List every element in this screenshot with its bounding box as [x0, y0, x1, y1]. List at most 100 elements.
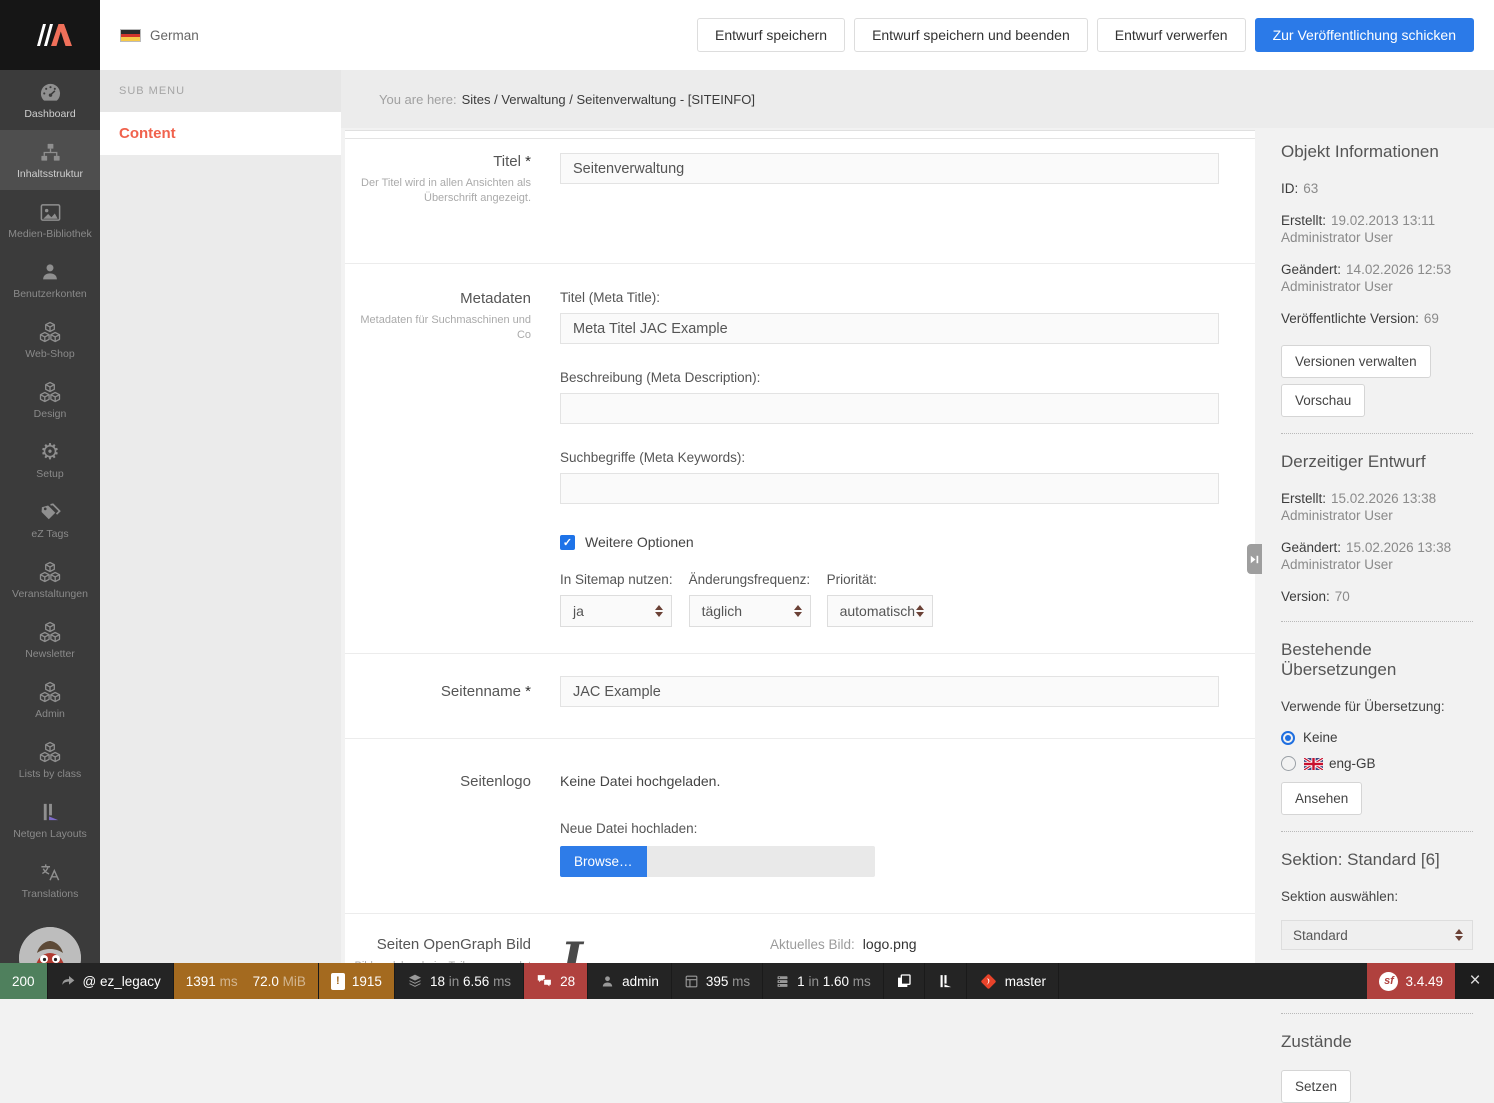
- meta-title-label: Titel (Meta Title):: [560, 290, 1219, 305]
- sub-menu-panel: SUB MENU Content: [100, 70, 341, 963]
- more-options-toggle[interactable]: ✓ Weitere Optionen: [560, 534, 1219, 550]
- more-options-checkbox[interactable]: ✓: [560, 535, 575, 550]
- sidebar-item-events[interactable]: Veranstaltungen: [0, 550, 100, 610]
- main-nav-sidebar: Dashboard Inhaltsstruktur Medien-Bibliot…: [0, 70, 100, 963]
- current-draft-title: Derzeitiger Entwurf: [1281, 452, 1473, 472]
- required-asterisk: *: [525, 683, 531, 700]
- user-segment[interactable]: admin: [588, 963, 672, 999]
- radio-selected-icon[interactable]: [1281, 731, 1295, 745]
- close-toolbar-button[interactable]: ×: [1456, 963, 1494, 999]
- templates-segment[interactable]: 18 in 6.56 ms: [395, 963, 524, 999]
- field-row-opengraph: Seiten OpenGraph Bild Bild, welches beim…: [345, 914, 1255, 963]
- http-status-segment[interactable]: 200: [0, 963, 48, 999]
- logs-segment[interactable]: ! 1915: [319, 963, 395, 999]
- user-avatar[interactable]: [19, 927, 81, 963]
- breadcrumb-path[interactable]: Sites / Verwaltung / Seitenverwaltung - …: [462, 92, 755, 107]
- title-input[interactable]: [560, 153, 1219, 184]
- file-name-track: [647, 846, 875, 877]
- ez-branch-segment[interactable]: master: [967, 963, 1059, 999]
- user-icon: [39, 259, 61, 285]
- sidebar-item-content-structure[interactable]: Inhaltsstruktur: [0, 130, 100, 190]
- main-content-area: You are here: Sites / Verwaltung / Seite…: [341, 70, 1494, 963]
- sidebar-item-newsletter[interactable]: Newsletter: [0, 610, 100, 670]
- uk-flag-icon: [1304, 758, 1323, 770]
- meta-description-input[interactable]: [560, 393, 1219, 424]
- translation-option-eng-gb[interactable]: eng-GB: [1281, 756, 1473, 771]
- section-select[interactable]: Standard: [1281, 920, 1473, 950]
- meta-keywords-input[interactable]: [560, 473, 1219, 504]
- grid-icon: [684, 974, 699, 989]
- page-name-input[interactable]: [560, 676, 1219, 707]
- edit-form-card: Titel * Der Titel wird in allen Ansichte…: [345, 130, 1255, 963]
- netgen-logo-icon: [27, 18, 73, 52]
- dotted-divider: [1281, 831, 1473, 832]
- performance-segment[interactable]: 1391 ms 72.0 MiB: [174, 963, 319, 999]
- save-draft-and-close-button[interactable]: Entwurf speichern und beenden: [854, 18, 1088, 52]
- symfony-version-segment[interactable]: sf 3.4.49: [1367, 963, 1456, 999]
- no-file-status: Keine Datei hochgeladen.: [560, 773, 1219, 789]
- current-image-value: logo.png: [863, 936, 917, 952]
- submenu-item-content[interactable]: Content: [100, 112, 341, 155]
- sidebar-item-media-library[interactable]: Medien-Bibliothek: [0, 190, 100, 250]
- current-image-label: Aktuelles Bild:: [770, 937, 855, 952]
- priority-select[interactable]: automatisch: [827, 595, 933, 627]
- cubes-icon: [38, 379, 62, 405]
- sitemap-use-select[interactable]: ja: [560, 595, 672, 627]
- dotted-divider: [1281, 621, 1473, 622]
- set-states-button[interactable]: Setzen: [1281, 1070, 1351, 1103]
- language-switcher[interactable]: German: [120, 28, 199, 43]
- change-frequency-select[interactable]: täglich: [689, 595, 811, 627]
- sidebar-item-setup[interactable]: ⚙ Setup: [0, 430, 100, 490]
- field-row-title: Titel * Der Titel wird in allen Ansichte…: [345, 139, 1255, 264]
- route-name: @ ez_legacy: [83, 974, 161, 989]
- sidebar-item-translations[interactable]: Translations: [0, 850, 100, 910]
- breadcrumb-prefix: You are here:: [379, 92, 457, 107]
- meta-description-label: Beschreibung (Meta Description):: [560, 370, 1219, 385]
- view-translation-button[interactable]: Ansehen: [1281, 782, 1362, 815]
- object-created-row: Erstellt:19.02.2013 13:11 Administrator …: [1281, 212, 1473, 246]
- section-select-label: Sektion auswählen:: [1281, 888, 1473, 905]
- browse-button[interactable]: Browse…: [560, 846, 647, 877]
- database-segment[interactable]: 1 in 1.60 ms: [763, 963, 884, 999]
- panel-collapse-handle[interactable]: [1247, 544, 1262, 574]
- cache-segment[interactable]: [884, 963, 925, 999]
- discard-draft-button[interactable]: Entwurf verwerfen: [1097, 18, 1246, 52]
- manage-versions-button[interactable]: Versionen verwalten: [1281, 345, 1431, 378]
- layouts-segment[interactable]: [925, 963, 967, 999]
- ajax-segment[interactable]: 395 ms: [672, 963, 763, 999]
- opengraph-label: Seiten OpenGraph Bild: [345, 936, 531, 953]
- opengraph-image-thumbnail: J: [560, 936, 600, 963]
- avatar-bird-image: [19, 927, 81, 963]
- translations-title: Bestehende Übersetzungen: [1281, 640, 1473, 680]
- logo-file-input[interactable]: Browse…: [560, 846, 875, 877]
- title-field-label: Titel *: [345, 153, 531, 170]
- missing-translations-count: 28: [560, 974, 575, 989]
- cubes-icon: [38, 319, 62, 345]
- sidebar-item-user-accounts[interactable]: Benutzerkonten: [0, 250, 100, 310]
- share-arrow-icon: [60, 973, 76, 989]
- translations-segment[interactable]: 28: [524, 963, 588, 999]
- branch-name: master: [1005, 974, 1046, 989]
- save-draft-button[interactable]: Entwurf speichern: [697, 18, 845, 52]
- sidebar-item-netgen-layouts[interactable]: Netgen Layouts: [0, 790, 100, 850]
- cubes-icon: [38, 559, 62, 585]
- sidebar-item-webshop[interactable]: Web-Shop: [0, 310, 100, 370]
- sitemap-options-row: In Sitemap nutzen: ja Änderungsfrequenz:…: [560, 572, 1219, 653]
- meta-title-input[interactable]: [560, 313, 1219, 344]
- symfony-version: 3.4.49: [1405, 974, 1443, 989]
- sidebar-item-design[interactable]: Design: [0, 370, 100, 430]
- route-segment[interactable]: @ ez_legacy: [48, 963, 174, 999]
- radio-unselected-icon[interactable]: [1281, 756, 1296, 771]
- sidebar-item-dashboard[interactable]: Dashboard: [0, 70, 100, 130]
- app-logo[interactable]: [0, 0, 100, 70]
- sidebar-item-lists-by-class[interactable]: Lists by class: [0, 730, 100, 790]
- sidebar-item-eztags[interactable]: eZ Tags: [0, 490, 100, 550]
- preview-button[interactable]: Vorschau: [1281, 384, 1365, 417]
- send-for-publishing-button[interactable]: Zur Veröffentlichung schicken: [1255, 18, 1474, 52]
- translation-option-none[interactable]: Keine: [1281, 730, 1473, 745]
- sidebar-item-admin[interactable]: Admin: [0, 670, 100, 730]
- layouts-icon: [39, 799, 62, 825]
- logged-in-user: admin: [622, 974, 659, 989]
- select-arrows-icon: [794, 605, 802, 617]
- gear-icon: ⚙: [40, 439, 60, 465]
